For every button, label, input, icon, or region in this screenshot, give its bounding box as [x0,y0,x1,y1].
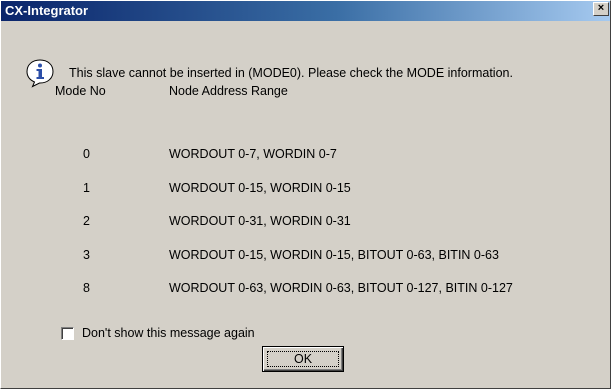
column-header-mode: Mode No [55,84,106,98]
mode-number: 3 [83,248,90,262]
info-icon [26,59,54,88]
address-range: WORDOUT 0-7, WORDIN 0-7 [169,147,337,161]
dialog-window: CX-Integrator × This slave cannot be ins… [0,0,611,389]
ok-button[interactable]: OK [262,346,344,372]
address-range: WORDOUT 0-31, WORDIN 0-31 [169,214,351,228]
address-range: WORDOUT 0-15, WORDIN 0-15, BITOUT 0-63, … [169,248,499,262]
message-text: This slave cannot be inserted in (MODE0)… [69,66,513,80]
focus-rectangle [267,351,339,367]
address-range: WORDOUT 0-63, WORDIN 0-63, BITOUT 0-127,… [169,281,513,295]
dont-show-again-checkbox[interactable] [61,327,74,340]
mode-row: 1 WORDOUT 0-15, WORDIN 0-15 [1,181,610,199]
mode-number: 1 [83,181,90,195]
mode-number: 0 [83,147,90,161]
mode-number: 8 [83,281,90,295]
mode-number: 2 [83,214,90,228]
mode-row: 2 WORDOUT 0-31, WORDIN 0-31 [1,214,610,232]
close-button[interactable]: × [593,2,609,16]
dont-show-again-label[interactable]: Don't show this message again [82,326,255,340]
address-range: WORDOUT 0-15, WORDIN 0-15 [169,181,351,195]
mode-row: 0 WORDOUT 0-7, WORDIN 0-7 [1,147,610,165]
column-header-range: Node Address Range [169,84,288,98]
title-bar[interactable]: CX-Integrator × [1,1,610,21]
mode-row: 8 WORDOUT 0-63, WORDIN 0-63, BITOUT 0-12… [1,281,610,299]
mode-row: 3 WORDOUT 0-15, WORDIN 0-15, BITOUT 0-63… [1,248,610,266]
window-title: CX-Integrator [5,3,89,18]
